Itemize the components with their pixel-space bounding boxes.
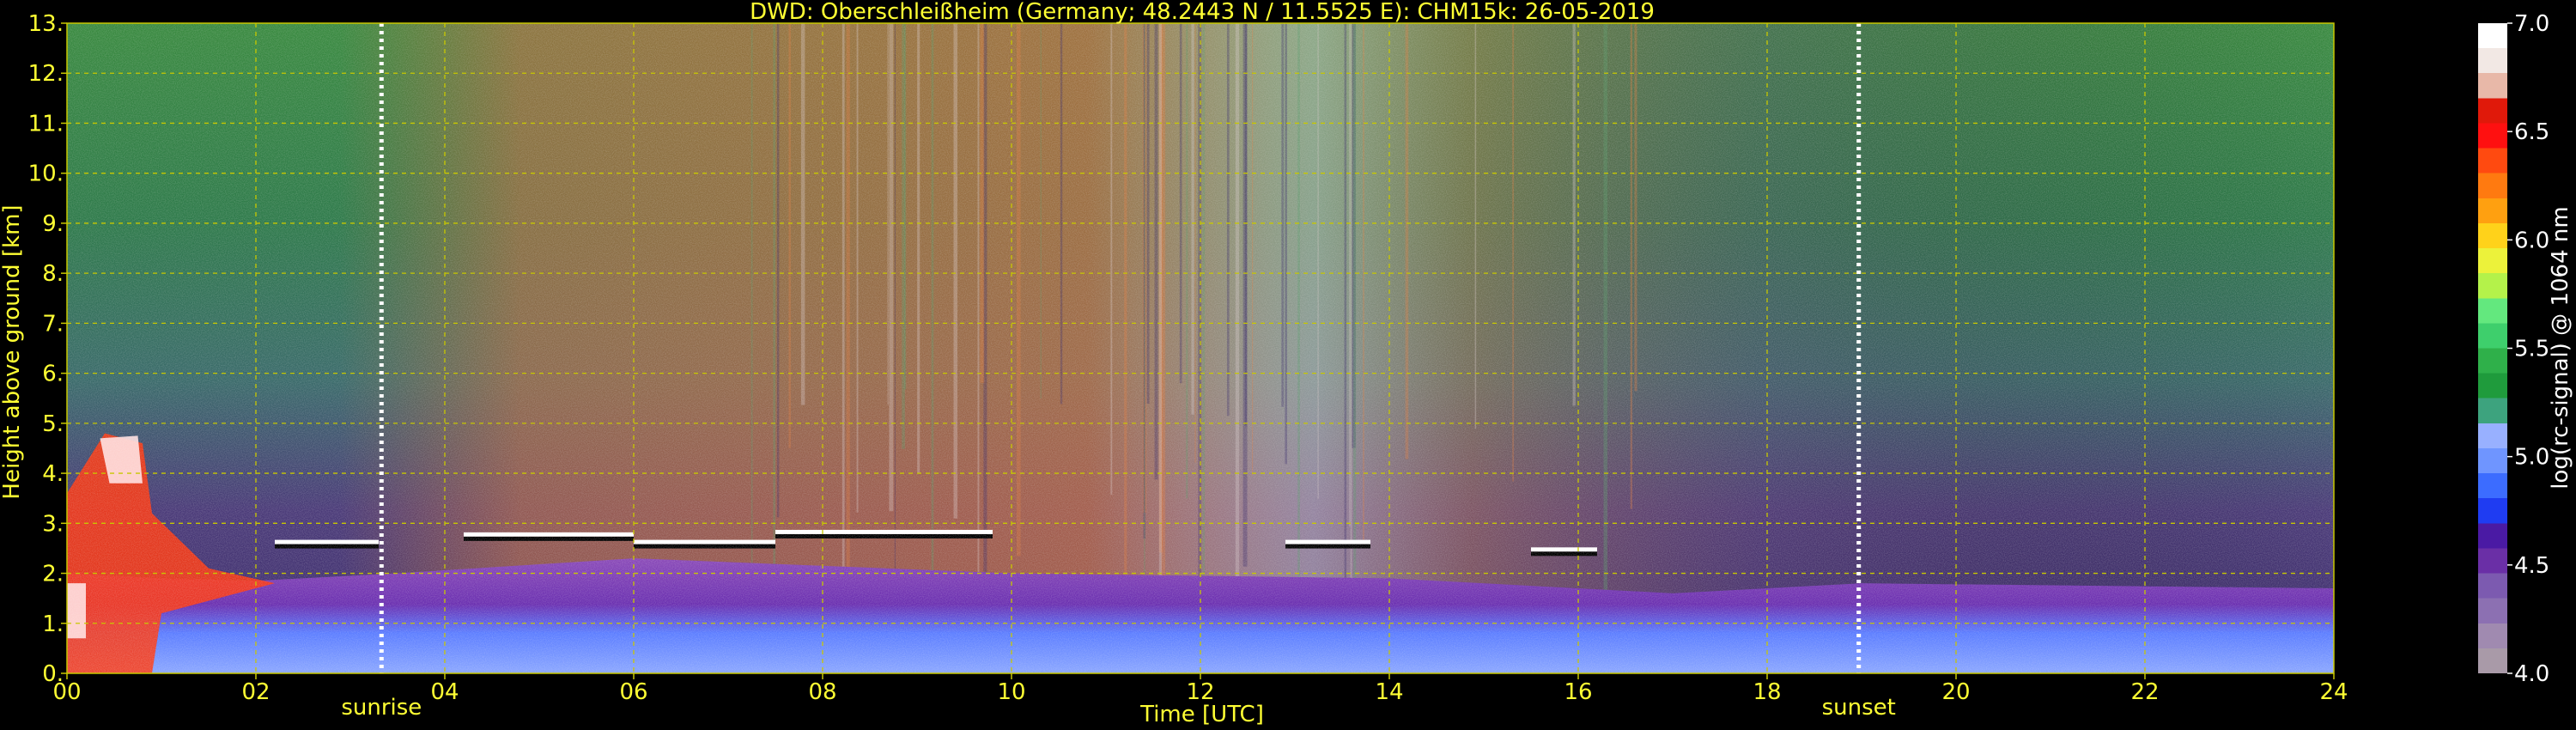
y-tick-label: 13.: [28, 11, 64, 37]
x-tick-label: 24: [2319, 679, 2348, 705]
ceilometer-chart: sunrise sunset 00 02 04 06 08 10 12 14 16 18 20 22 24…: [0, 0, 2573, 727]
y-tick-label: 8.: [42, 261, 64, 287]
colorbar-tick-label: 5.0: [2514, 445, 2549, 471]
colorbar-tick-label: 7.0: [2514, 11, 2549, 37]
x-tick-label: 20: [1941, 679, 1970, 705]
sunrise-label: sunrise: [341, 695, 422, 721]
y-tick-label: 11.: [28, 111, 64, 137]
x-axis-label: Time [UTC]: [1139, 702, 1264, 727]
x-tick-label: 08: [808, 679, 836, 705]
colorbar-tick-label: 4.5: [2514, 553, 2549, 579]
colorbar-ticks: 4.0 4.5 5.0 5.5 6.0 6.5 7.0: [2507, 11, 2549, 687]
y-tick-label: 7.: [42, 311, 64, 337]
y-tick-label: 9.: [42, 211, 64, 237]
x-tick-label: 18: [1753, 679, 1781, 705]
chart-title: DWD: Oberschleißheim (Germany; 48.2443 N…: [750, 0, 1655, 25]
y-axis-label: Height above ground [km]: [0, 204, 25, 499]
colorbar-tick-label: 6.0: [2514, 228, 2549, 253]
x-tick-label: 10: [997, 679, 1025, 705]
y-tick-label: 5.: [42, 411, 64, 437]
y-tick-label: 6.: [42, 362, 64, 387]
x-tick-label: 06: [619, 679, 647, 705]
colorbar-label: log(rc-signal) @ 1064 nm: [2548, 206, 2573, 489]
y-tick-label: 3.: [42, 511, 64, 537]
y-tick-label: 12.: [28, 61, 64, 87]
x-tick-label: 04: [430, 679, 459, 705]
colorbar-scale: [2478, 23, 2507, 673]
y-tick-label: 0.: [42, 661, 64, 687]
y-tick-label: 4.: [42, 461, 64, 487]
y-tick-label: 10.: [28, 161, 64, 187]
colorbar-tick-label: 6.5: [2514, 119, 2549, 145]
x-tick-label: 22: [2130, 679, 2159, 705]
x-tick-label: 02: [241, 679, 270, 705]
y-axis-ticks: 0. 1. 2. 3. 4. 5. 6. 7. 8. 9. 10. 11. 12. 13.: [28, 11, 67, 687]
y-tick-label: 1.: [42, 611, 64, 637]
colorbar-tick-label: 4.0: [2514, 661, 2549, 687]
x-tick-label: 16: [1564, 679, 1592, 705]
colorbar-tick-label: 5.5: [2514, 337, 2549, 362]
colorbar: 4.0 4.5 5.0 5.5 6.0 6.5 7.0 log(rc-signal) @ 1…: [2478, 11, 2573, 687]
sunset-label: sunset: [1822, 695, 1896, 721]
x-tick-label: 14: [1375, 679, 1403, 705]
y-tick-label: 2.: [42, 562, 64, 587]
